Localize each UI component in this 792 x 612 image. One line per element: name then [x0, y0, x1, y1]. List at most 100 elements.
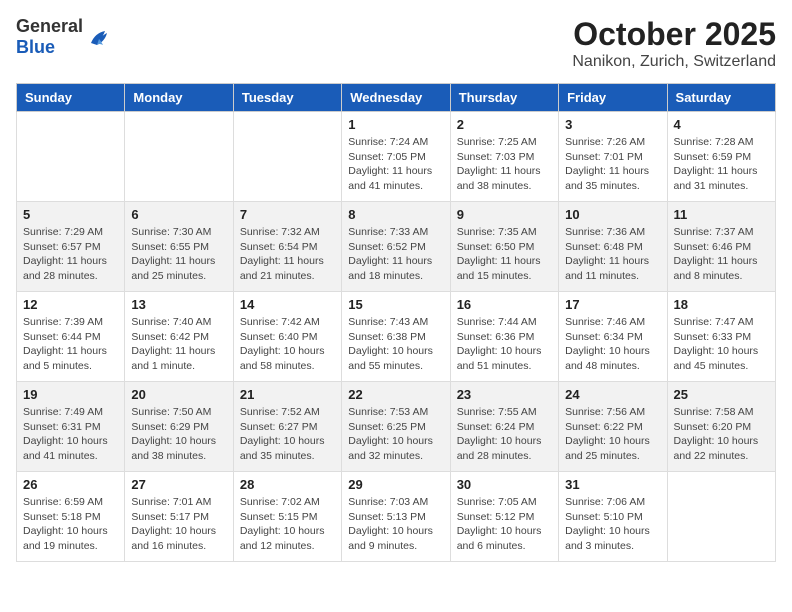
weekday-header-saturday: Saturday — [667, 84, 775, 112]
weekday-header-thursday: Thursday — [450, 84, 558, 112]
day-number: 20 — [131, 387, 226, 402]
calendar-cell: 23Sunrise: 7:55 AM Sunset: 6:24 PM Dayli… — [450, 382, 558, 472]
day-number: 31 — [565, 477, 660, 492]
calendar-cell: 18Sunrise: 7:47 AM Sunset: 6:33 PM Dayli… — [667, 292, 775, 382]
calendar-cell — [125, 112, 233, 202]
day-info: Sunrise: 7:01 AM Sunset: 5:17 PM Dayligh… — [131, 495, 226, 554]
day-info: Sunrise: 7:26 AM Sunset: 7:01 PM Dayligh… — [565, 135, 660, 194]
weekday-header-monday: Monday — [125, 84, 233, 112]
day-info: Sunrise: 7:25 AM Sunset: 7:03 PM Dayligh… — [457, 135, 552, 194]
calendar-cell: 21 Sunrise: 7:52 AM Sunset: 6:27 PM Dayli… — [233, 382, 341, 472]
day-number: 25 — [674, 387, 769, 402]
day-number: 19 — [23, 387, 118, 402]
day-info: Sunrise: 7:46 AM Sunset: 6:34 PM Dayligh… — [565, 315, 660, 374]
calendar-table: SundayMondayTuesdayWednesdayThursdayFrid… — [16, 83, 776, 562]
calendar-cell: 1Sunrise: 7:24 AM Sunset: 7:05 PM Daylig… — [342, 112, 450, 202]
calendar-cell: 24Sunrise: 7:56 AM Sunset: 6:22 PM Dayli… — [559, 382, 667, 472]
calendar-week-row: 12 Sunrise: 7:39 AM Sunset: 6:44 PM Dayli… — [17, 292, 776, 382]
day-number: 9 — [457, 207, 552, 222]
day-info: Sunrise: 7:53 AM Sunset: 6:25 PM Dayligh… — [348, 405, 443, 464]
calendar-cell — [233, 112, 341, 202]
day-number: 3 — [565, 117, 660, 132]
calendar-week-row: 1Sunrise: 7:24 AM Sunset: 7:05 PM Daylig… — [17, 112, 776, 202]
day-number: 24 — [565, 387, 660, 402]
calendar-cell: 16Sunrise: 7:44 AM Sunset: 6:36 PM Dayli… — [450, 292, 558, 382]
day-info: Sunrise: 7:02 AM Sunset: 5:15 PM Dayligh… — [240, 495, 335, 554]
calendar-cell: 27 Sunrise: 7:01 AM Sunset: 5:17 PM Dayli… — [125, 472, 233, 562]
title-area: October 2025 Nanikon, Zurich, Switzerlan… — [572, 16, 776, 71]
day-info: Sunrise: 7:40 AM Sunset: 6:42 PM Dayligh… — [131, 315, 226, 374]
calendar-cell: 30 Sunrise: 7:05 AM Sunset: 5:12 PM Dayli… — [450, 472, 558, 562]
calendar-cell: 12 Sunrise: 7:39 AM Sunset: 6:44 PM Dayli… — [17, 292, 125, 382]
day-info: Sunrise: 7:39 AM Sunset: 6:44 PM Dayligh… — [23, 315, 118, 374]
day-number: 6 — [131, 207, 226, 222]
day-info: Sunrise: 7:52 AM Sunset: 6:27 PM Dayligh… — [240, 405, 335, 464]
day-number: 18 — [674, 297, 769, 312]
calendar-week-row: 19 Sunrise: 7:49 AM Sunset: 6:31 PM Dayli… — [17, 382, 776, 472]
calendar-cell: 22 Sunrise: 7:53 AM Sunset: 6:25 PM Dayli… — [342, 382, 450, 472]
calendar-week-row: 5 Sunrise: 7:29 AM Sunset: 6:57 PM Daylig… — [17, 202, 776, 292]
calendar-cell: 7 Sunrise: 7:32 AM Sunset: 6:54 PM Daylig… — [233, 202, 341, 292]
day-number: 17 — [565, 297, 660, 312]
day-number: 26 — [23, 477, 118, 492]
calendar-cell: 25 Sunrise: 7:58 AM Sunset: 6:20 PM Dayli… — [667, 382, 775, 472]
weekday-header-row: SundayMondayTuesdayWednesdayThursdayFrid… — [17, 84, 776, 112]
day-number: 11 — [674, 207, 769, 222]
day-info: Sunrise: 7:49 AM Sunset: 6:31 PM Dayligh… — [23, 405, 118, 464]
calendar-cell: 2 Sunrise: 7:25 AM Sunset: 7:03 PM Daylig… — [450, 112, 558, 202]
day-number: 14 — [240, 297, 335, 312]
calendar-cell: 20 Sunrise: 7:50 AM Sunset: 6:29 PM Dayli… — [125, 382, 233, 472]
day-number: 28 — [240, 477, 335, 492]
day-info: Sunrise: 7:28 AM Sunset: 6:59 PM Dayligh… — [674, 135, 769, 194]
calendar-cell: 19 Sunrise: 7:49 AM Sunset: 6:31 PM Dayli… — [17, 382, 125, 472]
day-info: Sunrise: 7:36 AM Sunset: 6:48 PM Dayligh… — [565, 225, 660, 284]
day-info: Sunrise: 7:58 AM Sunset: 6:20 PM Dayligh… — [674, 405, 769, 464]
day-number: 5 — [23, 207, 118, 222]
logo: General Blue — [16, 16, 113, 58]
logo-bird-icon — [85, 23, 113, 51]
weekday-header-wednesday: Wednesday — [342, 84, 450, 112]
calendar-cell — [17, 112, 125, 202]
day-number: 2 — [457, 117, 552, 132]
day-info: Sunrise: 7:32 AM Sunset: 6:54 PM Dayligh… — [240, 225, 335, 284]
day-info: Sunrise: 7:44 AM Sunset: 6:36 PM Dayligh… — [457, 315, 552, 374]
calendar-cell: 3 Sunrise: 7:26 AM Sunset: 7:01 PM Daylig… — [559, 112, 667, 202]
calendar-cell: 10 Sunrise: 7:36 AM Sunset: 6:48 PM Dayli… — [559, 202, 667, 292]
day-info: Sunrise: 7:05 AM Sunset: 5:12 PM Dayligh… — [457, 495, 552, 554]
calendar-cell: 14Sunrise: 7:42 AM Sunset: 6:40 PM Dayli… — [233, 292, 341, 382]
day-info: Sunrise: 7:43 AM Sunset: 6:38 PM Dayligh… — [348, 315, 443, 374]
day-number: 29 — [348, 477, 443, 492]
day-info: Sunrise: 7:24 AM Sunset: 7:05 PM Dayligh… — [348, 135, 443, 194]
day-number: 27 — [131, 477, 226, 492]
page-header: General Blue October 2025 Nanikon, Zuric… — [16, 16, 776, 71]
calendar-cell: 31 Sunrise: 7:06 AM Sunset: 5:10 PM Dayli… — [559, 472, 667, 562]
location-title: Nanikon, Zurich, Switzerland — [572, 53, 776, 71]
day-number: 7 — [240, 207, 335, 222]
calendar-cell — [667, 472, 775, 562]
day-number: 30 — [457, 477, 552, 492]
day-number: 21 — [240, 387, 335, 402]
calendar-cell: 4 Sunrise: 7:28 AM Sunset: 6:59 PM Daylig… — [667, 112, 775, 202]
calendar-cell: 11 Sunrise: 7:37 AM Sunset: 6:46 PM Dayli… — [667, 202, 775, 292]
day-number: 12 — [23, 297, 118, 312]
day-info: Sunrise: 7:29 AM Sunset: 6:57 PM Dayligh… — [23, 225, 118, 284]
day-info: Sunrise: 6:59 AM Sunset: 5:18 PM Dayligh… — [23, 495, 118, 554]
day-info: Sunrise: 7:06 AM Sunset: 5:10 PM Dayligh… — [565, 495, 660, 554]
calendar-cell: 9 Sunrise: 7:35 AM Sunset: 6:50 PM Daylig… — [450, 202, 558, 292]
calendar-cell: 6Sunrise: 7:30 AM Sunset: 6:55 PM Daylig… — [125, 202, 233, 292]
day-number: 23 — [457, 387, 552, 402]
month-title: October 2025 — [572, 16, 776, 53]
day-number: 13 — [131, 297, 226, 312]
day-info: Sunrise: 7:37 AM Sunset: 6:46 PM Dayligh… — [674, 225, 769, 284]
day-number: 4 — [674, 117, 769, 132]
calendar-week-row: 26 Sunrise: 6:59 AM Sunset: 5:18 PM Dayli… — [17, 472, 776, 562]
calendar-cell: 8Sunrise: 7:33 AM Sunset: 6:52 PM Daylig… — [342, 202, 450, 292]
weekday-header-sunday: Sunday — [17, 84, 125, 112]
day-number: 10 — [565, 207, 660, 222]
day-number: 8 — [348, 207, 443, 222]
day-info: Sunrise: 7:35 AM Sunset: 6:50 PM Dayligh… — [457, 225, 552, 284]
day-info: Sunrise: 7:50 AM Sunset: 6:29 PM Dayligh… — [131, 405, 226, 464]
calendar-cell: 15Sunrise: 7:43 AM Sunset: 6:38 PM Dayli… — [342, 292, 450, 382]
day-number: 22 — [348, 387, 443, 402]
calendar-cell: 13 Sunrise: 7:40 AM Sunset: 6:42 PM Dayli… — [125, 292, 233, 382]
